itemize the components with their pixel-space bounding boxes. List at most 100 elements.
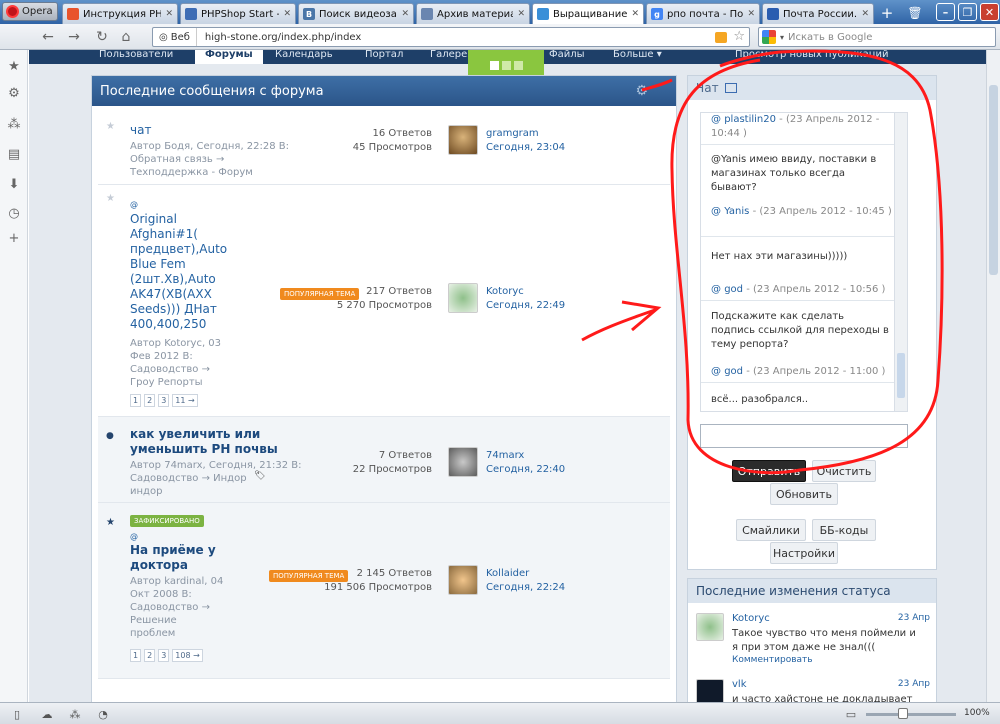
gear-icon[interactable]: ⚙ <box>635 83 648 99</box>
chat-scrollbar[interactable] <box>894 113 907 411</box>
unread-dot-icon[interactable]: ● <box>106 431 114 441</box>
browser-tab-active[interactable]: Выращивание к... ✕ <box>532 3 644 24</box>
opera-side-panel: ★ ⚙ ⁂ ▤ ⬇ ◷ + <box>0 50 28 702</box>
cloud-icon[interactable]: ☁ <box>40 707 54 721</box>
pin-star-icon[interactable]: ★ <box>106 517 115 528</box>
status-item: vlk 23 Апр и часто хайстоне не докладыва… <box>696 677 930 702</box>
minimize-icon[interactable]: – <box>936 3 955 21</box>
speed-dial-icon[interactable]: ◔ <box>96 707 110 721</box>
close-icon[interactable]: ✕ <box>517 9 525 19</box>
back-icon[interactable]: ← <box>40 29 56 45</box>
history-icon[interactable]: ◷ <box>6 205 22 221</box>
topic-title[interactable]: На приёме у доктора <box>130 543 216 573</box>
slider-dot[interactable] <box>513 60 523 70</box>
google-search-icon <box>762 30 776 44</box>
browser-tab[interactable]: Инструкция PH... ✕ <box>62 3 178 24</box>
widgets-icon[interactable]: ⚙ <box>6 85 22 101</box>
clear-button[interactable]: Очистить <box>812 460 876 482</box>
rss-icon[interactable] <box>715 32 727 43</box>
settings-button[interactable]: Настройки <box>770 542 838 564</box>
notes-icon[interactable]: ▤ <box>6 146 22 162</box>
opera-menu-button[interactable]: Opera <box>2 2 58 21</box>
scrollbar-thumb[interactable] <box>897 353 905 398</box>
page-link[interactable]: 11 → <box>172 394 198 407</box>
star-icon[interactable]: ★ <box>106 193 115 204</box>
panel-toggle-icon[interactable]: ▯ <box>10 707 24 721</box>
bookmarks-icon[interactable]: ★ <box>6 58 22 74</box>
trash-icon[interactable]: 🗑 <box>904 3 926 22</box>
maximize-icon[interactable]: ❐ <box>958 3 977 21</box>
browser-tab[interactable]: Почта России. ... ✕ <box>762 3 874 24</box>
close-icon[interactable]: ✕ <box>401 9 409 19</box>
nav-calendar[interactable]: Календарь <box>275 50 333 60</box>
refresh-button[interactable]: Обновить <box>770 483 838 505</box>
page-link[interactable]: 108 → <box>172 649 203 662</box>
close-icon[interactable]: ✕ <box>861 9 869 19</box>
popout-window-icon[interactable] <box>724 83 737 93</box>
browser-tab[interactable]: B Поиск видеоза... ✕ <box>298 3 414 24</box>
browser-tab[interactable]: g рпо почта - Пои... ✕ <box>646 3 760 24</box>
slider-dot[interactable] <box>489 60 499 70</box>
slider-dot[interactable] <box>501 60 511 70</box>
page-scrollbar[interactable] <box>986 50 1000 702</box>
zoom-slider[interactable] <box>866 713 956 716</box>
avatar[interactable] <box>448 125 478 155</box>
avatar[interactable] <box>448 565 478 595</box>
nav-files[interactable]: Файлы <box>549 50 585 60</box>
nav-forums[interactable]: Форумы <box>195 50 263 64</box>
chat-messages[interactable]: @ plastilin20 - (23 Апрель 2012 - 10:44 … <box>700 112 908 412</box>
avatar[interactable] <box>696 679 724 702</box>
chat-message-input[interactable] <box>700 424 908 448</box>
nav-users[interactable]: Пользователи <box>99 50 173 60</box>
close-icon[interactable]: ✕ <box>747 9 755 19</box>
page-link[interactable]: 3 <box>158 649 170 662</box>
scrollbar-thumb[interactable] <box>989 85 998 275</box>
avatar[interactable] <box>448 283 478 313</box>
web-badge[interactable]: ◎ Веб <box>153 28 197 46</box>
page-link[interactable]: 1 <box>130 649 142 662</box>
add-panel-icon[interactable]: + <box>6 230 22 246</box>
bbcodes-button[interactable]: ББ-коды <box>812 519 876 541</box>
star-icon[interactable]: ★ <box>106 121 115 132</box>
nav-gallery[interactable]: Галерея <box>430 50 473 60</box>
page-link[interactable]: 1 <box>130 394 142 407</box>
topic-title[interactable]: как увеличить или уменьшить PH почвы <box>130 427 278 457</box>
zoom-icon[interactable]: ▭ <box>844 707 858 721</box>
comment-link[interactable]: Комментировать <box>732 655 813 665</box>
browser-tab[interactable]: PHPShop Start -... ✕ <box>180 3 296 24</box>
dropdown-icon[interactable]: ▾ <box>780 33 784 42</box>
close-icon[interactable]: ✕ <box>283 9 291 19</box>
browser-status-bar: ▯ ☁ ⁂ ◔ ▭ 100% <box>0 702 1000 724</box>
home-icon[interactable]: ⌂ <box>118 29 134 45</box>
last-poster: 74marx Сегодня, 22:40 <box>486 450 566 475</box>
close-icon[interactable]: ✕ <box>165 9 173 19</box>
smileys-button[interactable]: Смайлики <box>736 519 806 541</box>
avatar[interactable] <box>448 447 478 477</box>
reload-icon[interactable]: ↻ <box>94 29 110 45</box>
forward-icon[interactable]: → <box>66 29 82 45</box>
downloads-icon[interactable]: ⬇ <box>6 176 22 192</box>
unite-icon[interactable]: ⁂ <box>68 707 82 721</box>
google-icon: g <box>651 8 663 20</box>
close-window-icon[interactable]: ✕ <box>980 3 999 21</box>
address-field[interactable]: ◎ Веб high-stone.org/index.php/index ☆ <box>152 27 750 47</box>
unite-icon[interactable]: ⁂ <box>6 116 22 132</box>
new-tab-icon[interactable]: + <box>876 3 898 22</box>
page-link[interactable]: 3 <box>158 394 170 407</box>
vk-icon: B <box>303 8 315 20</box>
close-icon[interactable]: ✕ <box>631 9 639 19</box>
zoom-slider-handle[interactable] <box>898 708 908 719</box>
browser-tab[interactable]: Архив материа... ✕ <box>416 3 530 24</box>
nav-new-posts[interactable]: Просмотр новых публикаций <box>735 50 889 60</box>
nav-portal[interactable]: Портал <box>365 50 403 60</box>
send-button[interactable]: Отправить <box>732 460 806 482</box>
nav-more[interactable]: Больше ▾ <box>613 50 662 60</box>
page-link[interactable]: 2 <box>144 394 156 407</box>
avatar[interactable] <box>696 613 724 641</box>
bookmark-star-icon[interactable]: ☆ <box>733 29 745 44</box>
topic-title[interactable]: чат <box>130 123 151 138</box>
page-link[interactable]: 2 <box>144 649 156 662</box>
topic-meta: Автор 74marx, Сегодня, 21:32 В: Садоводс… <box>130 460 302 497</box>
search-input[interactable]: ▾ Искать в Google <box>758 27 996 47</box>
topic-title[interactable]: Original Afghani#1( предцвет),Auto Blue … <box>130 212 227 332</box>
